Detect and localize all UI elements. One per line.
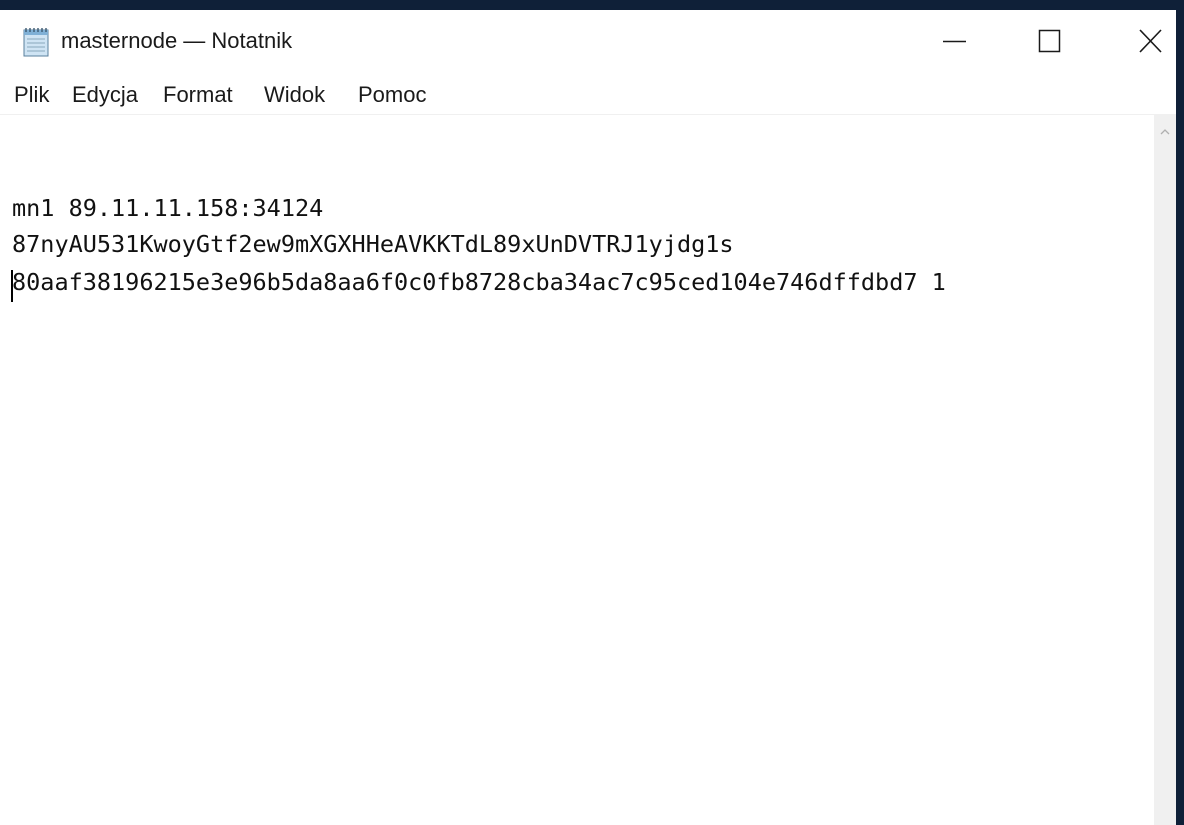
text-line: mn1 89.11.11.158:34124	[12, 194, 324, 222]
window-title: masternode — Notatnik	[61, 28, 293, 53]
minimize-button[interactable]	[906, 10, 998, 73]
maximize-icon	[1038, 29, 1061, 53]
chevron-up-icon[interactable]	[1159, 125, 1171, 137]
close-icon	[1139, 29, 1162, 53]
menu-pomoc[interactable]: Pomoc	[358, 82, 426, 108]
menu-format[interactable]: Format	[163, 82, 233, 108]
text-caret	[11, 270, 13, 302]
text-line: 80aaf38196215e3e96b5da8aa6f0c0fb8728cba3…	[12, 268, 946, 296]
vertical-scrollbar[interactable]	[1154, 115, 1176, 825]
maximize-button[interactable]	[1002, 10, 1094, 73]
notepad-window: masternode — Notatnik Plik Edycja Format…	[0, 10, 1176, 825]
menu-widok[interactable]: Widok	[264, 82, 325, 108]
text-line: 87nyAU531KwoyGtf2ew9mXGXHHeAVKKTdL89xUnD…	[12, 230, 734, 258]
title-bar[interactable]: masternode — Notatnik	[0, 10, 1176, 73]
menu-edycja[interactable]: Edycja	[72, 82, 138, 108]
menu-plik[interactable]: Plik	[14, 82, 49, 108]
menu-bar: Plik Edycja Format Widok Pomoc	[0, 74, 1176, 115]
notepad-icon[interactable]	[21, 27, 53, 57]
text-editor[interactable]: mn1 89.11.11.158:34124 87nyAU531KwoyGtf2…	[0, 115, 1154, 825]
close-button[interactable]	[1096, 10, 1176, 73]
